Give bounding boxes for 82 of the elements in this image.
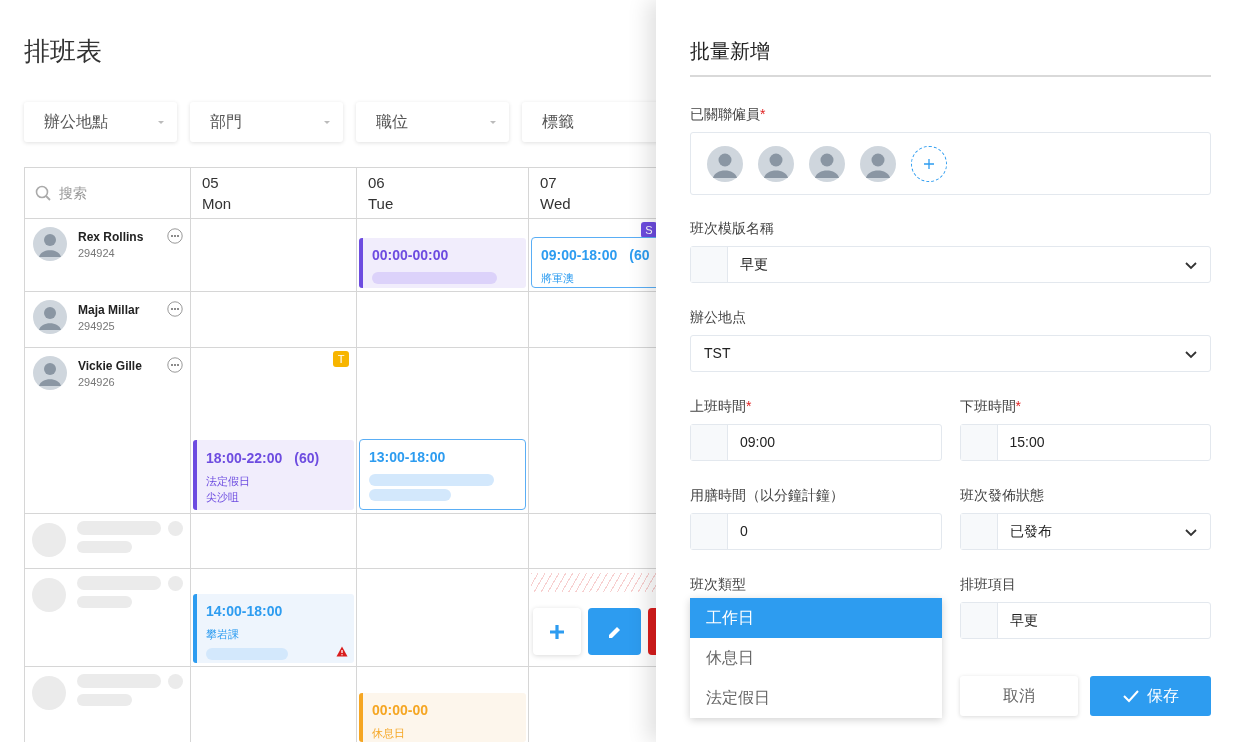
employee-picker[interactable] [690,132,1211,195]
shift-time: 18:00-22:00 [206,449,283,468]
shift-note: 尖沙咀 [206,490,240,505]
employee-id: 294926 [78,375,115,390]
edit-button[interactable] [588,608,641,655]
field-label: 上班時間 [690,396,746,416]
avatar-icon [33,300,67,334]
field-label: 排班項目 [959,574,1016,594]
field-label: 用膳時間（以分鐘計鐘） [690,485,844,505]
avatar-icon [33,356,67,390]
employee-name: Rex Rollins [78,229,144,246]
field-label: 班次模版名稱 [690,218,774,238]
tag-badge: S [641,222,656,238]
check-icon [1122,689,1139,703]
shift-time: 13:00-18:00 [369,448,446,467]
warning-icon [336,646,348,657]
shift-note: 將軍澳 [541,271,575,286]
field-label: 下班時間 [959,396,1016,416]
required-mark: * [746,396,752,416]
plus-icon [549,623,565,640]
required-mark: * [760,104,766,124]
field-prefix [960,603,998,638]
field-label: 辦公地点 [690,307,746,327]
employee-name: Maja Millar [78,302,140,319]
day-date: 06 [368,173,386,193]
select-field[interactable]: 早更 [690,246,1211,283]
drawer-title: 批量新增 [690,39,771,64]
shift-time: 00:00-00 [372,701,429,720]
caret-icon [157,119,165,125]
filter-dropdown[interactable]: 標籤 [522,102,656,142]
select-field[interactable]: 已發布 [959,513,1211,550]
field-label: 班次發佈狀態 [959,485,1044,505]
input-field[interactable]: 09:00 [690,424,942,461]
employee-name: Vickie Gille [78,358,142,375]
shift-time: 00:00-00:00 [372,246,449,265]
day-weekday: Wed [540,194,572,214]
more-icon[interactable] [167,301,183,317]
avatar-icon [33,227,67,261]
page-title: 排班表 [24,35,102,68]
shift-note: 法定假日 [206,474,251,489]
caret-icon [489,119,497,125]
filter-dropdown[interactable]: 部門 [190,102,343,142]
day-weekday: Tue [368,194,395,214]
field-label: 已關聯僱員 [690,104,760,124]
more-icon[interactable] [167,228,183,244]
field-prefix [691,247,728,282]
shift-note: 攀岩課 [206,627,240,642]
more-icon[interactable] [167,357,183,373]
day-date: 05 [202,173,220,193]
required-mark: * [1015,396,1021,416]
shift-break: (60) [294,449,320,468]
input-field[interactable]: 早更 [959,602,1211,639]
field-prefix [960,514,998,549]
shift-note: 休息日 [372,726,406,741]
avatar-icon [758,145,794,182]
select-field[interactable]: TST [690,335,1211,372]
shift-break: (60 [629,246,650,265]
search-icon [35,185,51,201]
filter-dropdown[interactable]: 職位 [356,102,509,142]
field-prefix [691,514,728,549]
input-field[interactable]: 0 [690,513,942,550]
input-field[interactable]: 15:00 [959,424,1211,461]
field-prefix [960,425,998,460]
employee-id: 294924 [78,246,115,261]
day-weekday: Mon [202,194,233,214]
shift-time: 14:00-18:00 [206,602,283,621]
shift-time: 09:00-18:00 [541,246,618,265]
avatar-icon [860,145,896,182]
dropdown-option[interactable]: 法定假日 [690,678,942,718]
tag-badge: T [333,351,349,367]
avatar-icon [809,145,845,182]
avatar-icon [707,145,743,182]
field-prefix [691,425,728,460]
caret-icon [323,119,331,125]
cancel-button[interactable]: 取消 [959,676,1079,716]
field-label: 班次類型 [690,574,746,594]
dropdown-option[interactable]: 休息日 [690,638,942,678]
employee-id: 294925 [78,319,115,334]
add-button[interactable] [533,608,581,655]
plus-icon [924,158,934,169]
day-date: 07 [540,173,558,193]
filter-dropdown[interactable]: 辦公地點 [24,102,177,142]
